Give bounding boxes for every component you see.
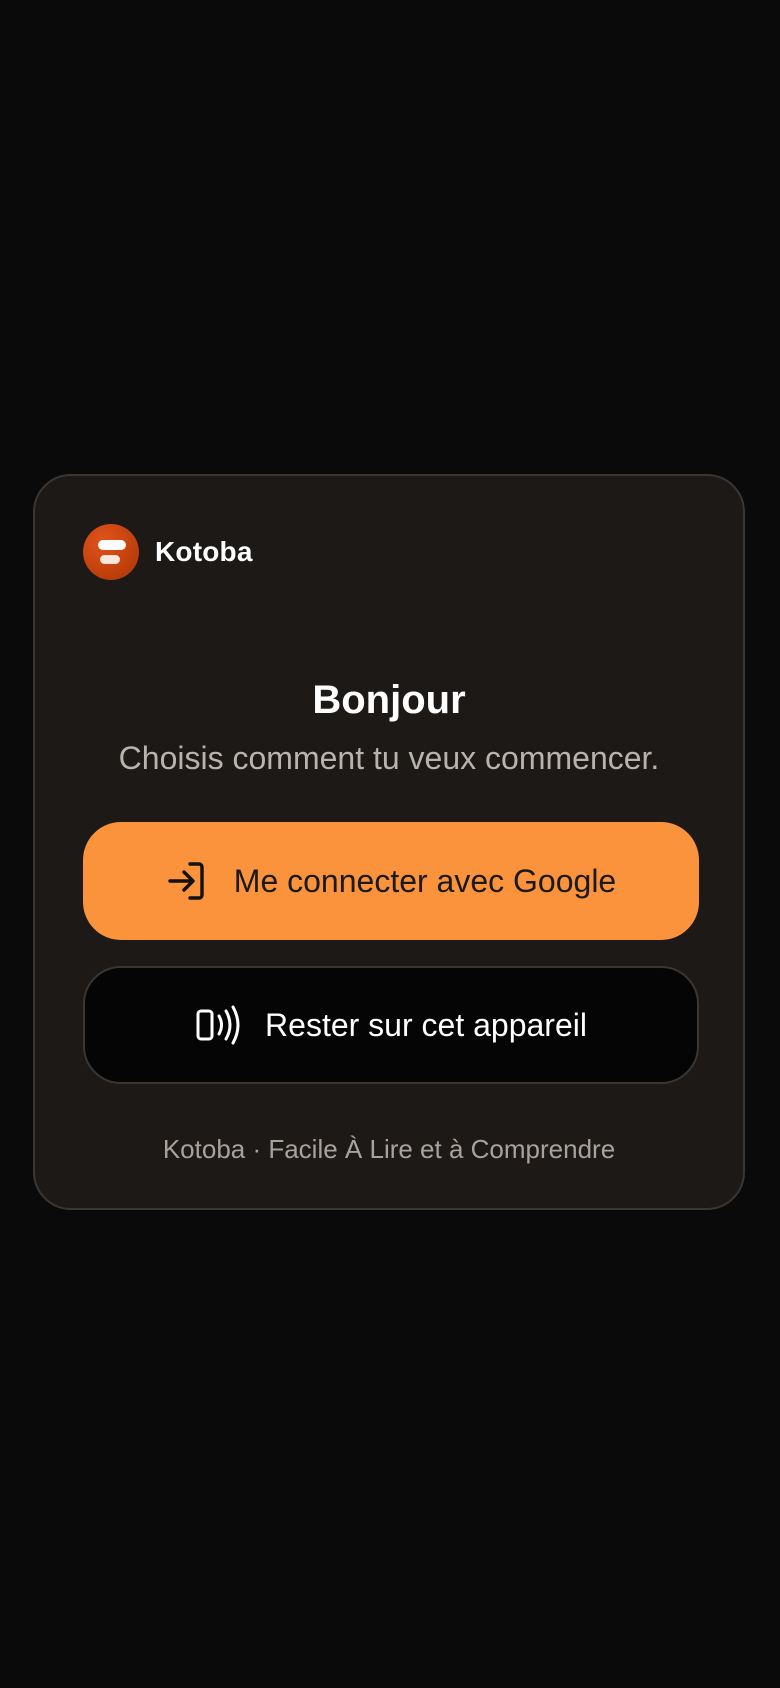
- login-arrow-icon: [166, 859, 210, 903]
- footer-tagline: Kotoba · Facile À Lire et à Comprendre: [162, 1134, 616, 1164]
- login-card: Kotoba Bonjour Choisis comment tu veux c…: [33, 474, 745, 1210]
- page-title: Bonjour: [312, 678, 466, 722]
- stay-on-device-button[interactable]: Rester sur cet appareil: [83, 966, 699, 1084]
- google-login-button[interactable]: Me connecter avec Google: [83, 822, 699, 940]
- page-subtitle: Choisis comment tu veux commencer.: [118, 740, 660, 776]
- kotoba-logo-icon: [83, 524, 139, 580]
- stay-on-device-label: Rester sur cet appareil: [265, 1006, 587, 1043]
- device-signal-icon: [195, 1005, 241, 1045]
- brand-header: Kotoba: [83, 524, 253, 580]
- brand-name: Kotoba: [155, 536, 253, 567]
- google-login-label: Me connecter avec Google: [233, 862, 617, 899]
